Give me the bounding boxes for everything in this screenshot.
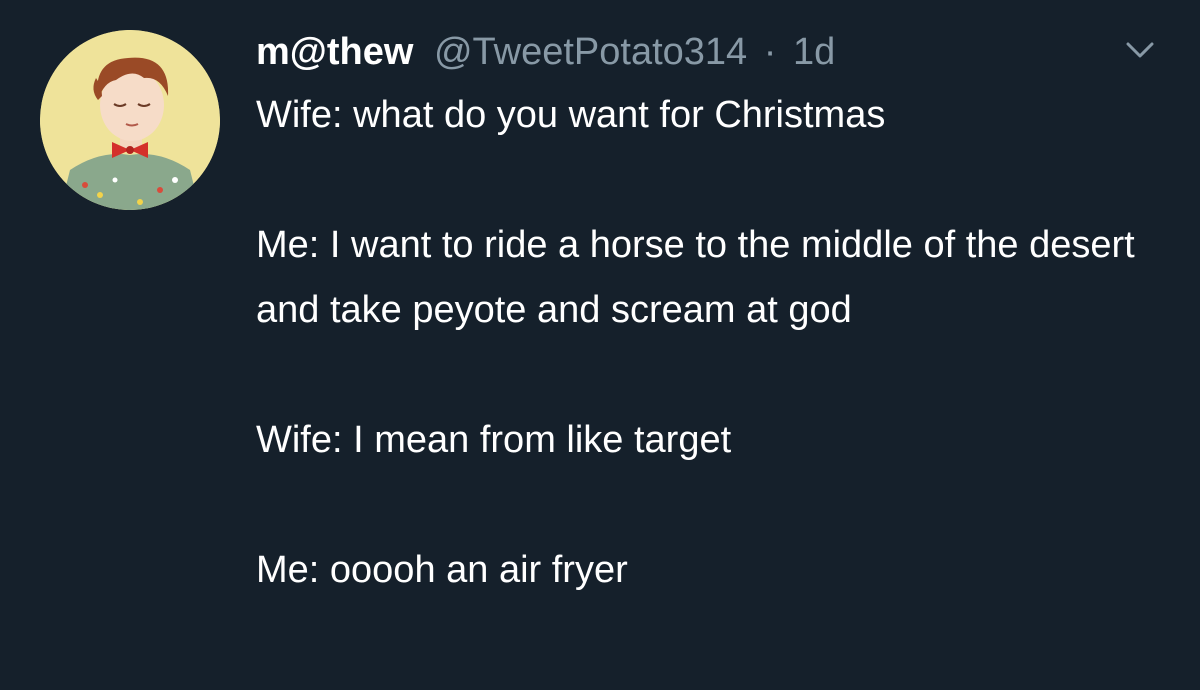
tweet-header: m@thew @TweetPotato314 · 1d [256,30,835,74]
timestamp[interactable]: 1d [793,31,835,73]
chevron-down-icon[interactable] [1120,30,1160,70]
avatar-illustration [40,30,220,210]
tweet-paragraph: Me: ooooh an air fryer [256,549,628,591]
avatar[interactable] [40,30,220,210]
display-name[interactable]: m@thew [256,31,413,73]
separator-dot: · [763,31,777,73]
tweet-paragraph: Me: I want to ride a horse to the middle… [256,224,1135,331]
tweet-paragraph: Wife: what do you want for Christmas [256,94,886,136]
tweet-text: Wife: what do you want for Christmas Me:… [256,83,1166,603]
tweet-card: m@thew @TweetPotato314 · 1d Wife: what d… [0,0,1200,690]
chevron-down-icon-graphic [1126,42,1154,58]
user-handle[interactable]: @TweetPotato314 [434,31,747,73]
tweet-paragraph: Wife: I mean from like target [256,419,732,461]
